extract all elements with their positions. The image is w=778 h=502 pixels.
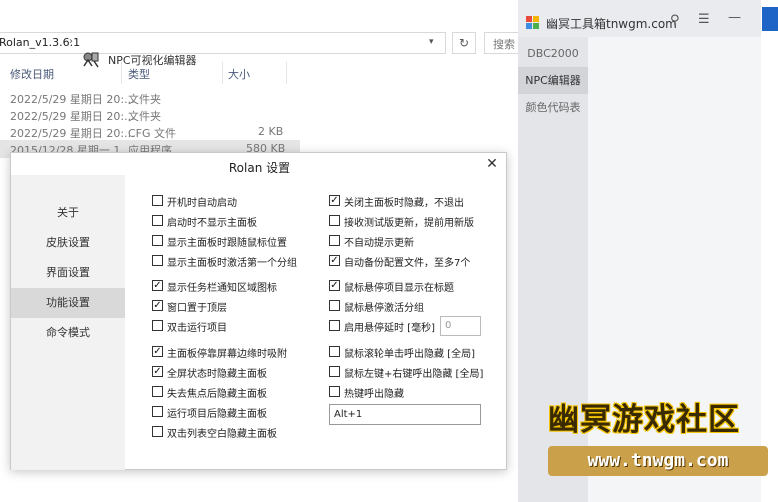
checkbox-checked[interactable]: ✓ — [152, 280, 163, 291]
option-label: 窗口置于顶层 — [167, 303, 227, 314]
npc-editor-item-label: NPC可视化编辑器 — [108, 54, 197, 67]
option-label: 双击列表空白隐藏主面板 — [167, 429, 277, 440]
watermark-url: www.tnwgm.com — [548, 446, 768, 476]
nav-item-function[interactable]: 功能设置 — [11, 288, 125, 318]
option-label: 自动备份配置文件，至多7个 — [344, 258, 471, 269]
checkbox-unchecked[interactable] — [152, 235, 163, 246]
checkbox-unchecked[interactable] — [152, 195, 163, 206]
checkbox-unchecked[interactable] — [329, 300, 340, 311]
address-bar-row: Rolan_v1.3.6.1 › ▾ ↻ 搜索 — [0, 30, 524, 56]
menu-icon[interactable]: ☰ — [698, 12, 710, 27]
checkbox-checked[interactable]: ✓ — [329, 280, 340, 291]
column-header-modified[interactable]: 修改日期 — [10, 66, 54, 82]
option-label: 显示任务栏通知区域图标 — [167, 283, 277, 294]
option-label: 关闭主面板时隐藏，不退出 — [344, 198, 464, 209]
checkbox-checked[interactable]: ✓ — [329, 195, 340, 206]
tab-dbc2000[interactable]: DBC2000 — [518, 40, 588, 67]
checkbox-unchecked[interactable] — [329, 320, 340, 331]
checkbox-unchecked[interactable] — [329, 235, 340, 246]
option-label: 鼠标滚轮单击呼出隐藏 [全局] — [344, 349, 475, 360]
option-label: 启动时不显示主面板 — [167, 218, 257, 229]
option-label: 热键呼出隐藏 — [344, 389, 404, 400]
option-label: 运行项目后隐藏主面板 — [167, 409, 267, 420]
checkbox-unchecked[interactable] — [329, 366, 340, 377]
app-logo-icon — [526, 16, 540, 30]
hotkey-input[interactable]: Alt+1 — [329, 404, 481, 425]
option-label: 鼠标悬停项目显示在标题 — [344, 283, 454, 294]
file-type: 文件夹 — [128, 93, 161, 106]
mech-robot-icon — [83, 52, 99, 68]
nav-item-interface[interactable]: 界面设置 — [11, 258, 125, 288]
option-label: 失去焦点后隐藏主面板 — [167, 389, 267, 400]
checkbox-unchecked[interactable] — [152, 386, 163, 397]
checkbox-unchecked[interactable] — [329, 215, 340, 226]
checkbox-unchecked[interactable] — [329, 346, 340, 357]
file-date: 2022/5/29 星期日 20:... — [10, 93, 135, 106]
option-label: 鼠标左键+右键呼出隐藏 [全局] — [344, 369, 484, 380]
option-label: 开机时自动启动 — [167, 198, 237, 209]
panel-header: 幽冥工具箱tnwgm.com ⚲ ☰ — — [518, 7, 778, 37]
search-icon[interactable]: ⚲ — [670, 13, 680, 28]
hover-delay-input[interactable]: 0 — [440, 316, 481, 336]
refresh-button[interactable]: ↻ — [452, 32, 476, 54]
file-row[interactable]: 2022/5/29 星期日 20:... 文件夹 — [0, 106, 300, 124]
file-type: 文件夹 — [128, 110, 161, 123]
nav-item-about[interactable]: 关于 — [11, 198, 125, 228]
file-date: 2022/5/29 星期日 20:... — [10, 127, 135, 140]
column-divider[interactable] — [286, 62, 287, 84]
chevron-down-icon[interactable]: ▾ — [429, 37, 441, 49]
settings-dialog: Rolan 设置 ✕ 关于 皮肤设置 界面设置 功能设置 命令模式 开机时自动启… — [10, 152, 507, 470]
checkbox-checked[interactable]: ✓ — [152, 300, 163, 311]
watermark-logo: 幽冥游戏社区 — [548, 402, 740, 438]
panel-title: 幽冥工具箱tnwgm.com — [546, 17, 677, 31]
option-label: 显示主面板时跟随鼠标位置 — [167, 238, 287, 249]
option-label: 全屏状态时隐藏主面板 — [167, 369, 267, 380]
settings-nav: 关于 皮肤设置 界面设置 功能设置 命令模式 — [11, 175, 125, 470]
option-label: 不自动提示更新 — [344, 238, 414, 249]
window-edge-strip — [761, 0, 778, 502]
dialog-title: Rolan 设置 — [228, 161, 291, 175]
checkbox-checked[interactable]: ✓ — [152, 346, 163, 357]
nav-item-command[interactable]: 命令模式 — [11, 318, 125, 348]
file-size: 2 KB — [258, 125, 284, 138]
option-label: 主面板停靠屏幕边缘时吸附 — [167, 349, 287, 360]
option-label: 鼠标悬停激活分组 — [344, 303, 424, 314]
minimize-icon[interactable]: — — [728, 10, 741, 25]
file-type: CFG 文件 — [128, 127, 177, 140]
checkbox-unchecked[interactable] — [152, 320, 163, 331]
option-label: 启用悬停延时 [毫秒] — [344, 323, 435, 334]
checkbox-unchecked[interactable] — [152, 255, 163, 266]
checkbox-unchecked[interactable] — [152, 215, 163, 226]
checkbox-checked[interactable]: ✓ — [152, 366, 163, 377]
file-date: 2022/5/29 星期日 20:... — [10, 110, 135, 123]
checkbox-unchecked[interactable] — [152, 406, 163, 417]
search-placeholder: 搜索 — [493, 38, 515, 51]
checkbox-unchecked[interactable] — [152, 426, 163, 437]
npc-editor-item[interactable]: NPC可视化编辑器 — [80, 48, 240, 70]
file-row[interactable]: 2022/5/29 星期日 20:... 文件夹 — [0, 89, 300, 107]
file-row[interactable]: 2022/5/29 星期日 20:... CFG 文件 2 KB — [0, 123, 300, 141]
option-label: 显示主面板时激活第一个分组 — [167, 258, 297, 269]
close-icon[interactable]: ✕ — [484, 155, 500, 173]
chevron-right-icon: › — [69, 36, 73, 47]
checkbox-unchecked[interactable] — [329, 386, 340, 397]
tab-color-codes[interactable]: 颜色代码表 — [518, 94, 588, 121]
tab-npc-editor[interactable]: NPC编辑器 — [518, 67, 588, 94]
option-label: 接收测试版更新，提前用新版 — [344, 218, 474, 229]
checkbox-checked[interactable]: ✓ — [329, 255, 340, 266]
option-label: 双击运行项目 — [167, 323, 227, 334]
nav-item-skin[interactable]: 皮肤设置 — [11, 228, 125, 258]
